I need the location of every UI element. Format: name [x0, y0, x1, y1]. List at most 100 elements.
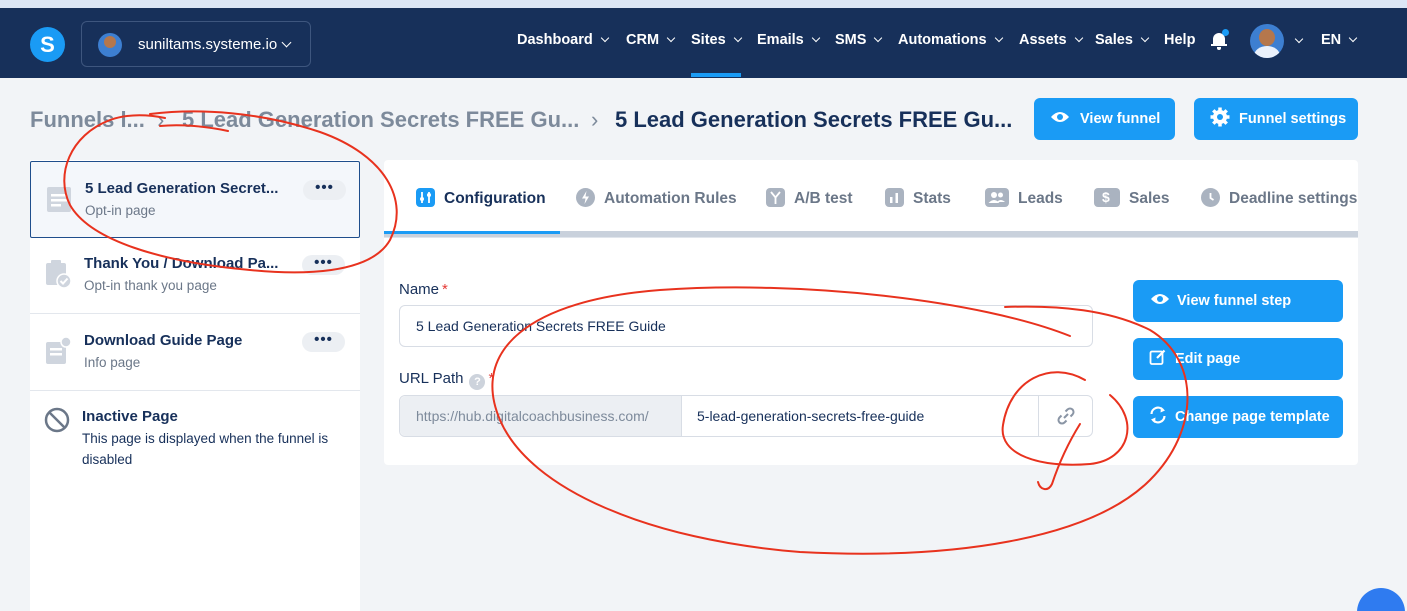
bolt-icon: [576, 188, 595, 207]
nav-label: Sites: [691, 32, 726, 48]
tab-label: Deadline settings: [1229, 190, 1358, 207]
nav-crm[interactable]: CRM: [626, 32, 676, 48]
chevron-down-icon: [666, 33, 676, 43]
chevron-down-icon: [874, 33, 883, 43]
active-nav-indicator: [691, 73, 741, 77]
tab-leads[interactable]: Leads: [985, 188, 1063, 208]
chevron-down-icon: [1140, 33, 1150, 43]
language-selector[interactable]: EN: [1321, 32, 1358, 48]
nav-label: Dashboard: [517, 32, 593, 48]
more-options-button[interactable]: •••: [302, 332, 345, 352]
split-icon: [766, 188, 785, 207]
chevron-down-icon: [1348, 33, 1358, 43]
change-template-label: Change page template: [1175, 409, 1330, 425]
breadcrumb-funnels[interactable]: Funnels l...: [30, 107, 145, 133]
funnel-step-item[interactable]: 5 Lead Generation Secret... Opt-in page …: [30, 161, 360, 238]
name-input[interactable]: 5 Lead Generation Secrets FREE Guide: [399, 305, 1093, 347]
user-avatar[interactable]: [1250, 24, 1284, 58]
dollar-icon: $: [1094, 188, 1120, 207]
tab-label: Configuration: [444, 190, 546, 207]
inactive-page-description: This page is displayed when the funnel i…: [82, 431, 329, 446]
required-mark: *: [442, 281, 448, 298]
url-path-input[interactable]: https://hub.digitalcoachbusiness.com/ 5-…: [399, 395, 1093, 437]
funnel-step-item[interactable]: Download Guide Page Info page •••: [30, 314, 360, 391]
refresh-icon: [1148, 405, 1168, 429]
nav-label: SMS: [835, 32, 867, 48]
url-prefix: https://hub.digitalcoachbusiness.com/: [400, 396, 682, 436]
funnel-settings-button[interactable]: Funnel settings: [1194, 98, 1358, 140]
required-mark: *: [488, 370, 495, 387]
help-icon[interactable]: ?: [469, 374, 486, 390]
nav-emails[interactable]: Emails: [757, 32, 820, 48]
tab-sales[interactable]: $ Sales: [1094, 188, 1170, 208]
view-funnel-step-label: View funnel step: [1177, 293, 1292, 309]
nav-help[interactable]: Help: [1164, 32, 1195, 48]
nav-assets[interactable]: Assets: [1019, 32, 1083, 48]
breadcrumb-funnel[interactable]: 5 Lead Generation Secrets FREE Gu...: [182, 107, 579, 133]
nav-label: Emails: [757, 32, 804, 48]
gear-icon: [1210, 107, 1230, 131]
view-funnel-step-button[interactable]: View funnel step: [1133, 280, 1343, 322]
chevron-down-icon: [1074, 33, 1083, 43]
tab-label: Stats: [913, 190, 951, 207]
eye-icon: [1050, 110, 1070, 128]
change-page-template-button[interactable]: Change page template: [1133, 396, 1343, 438]
step-type: Opt-in page: [85, 203, 156, 218]
tab-configuration[interactable]: Configuration: [416, 188, 546, 208]
tab-ab-test[interactable]: A/B test: [766, 188, 853, 208]
thankyou-page-icon: [45, 259, 72, 289]
nav-sites[interactable]: Sites: [691, 32, 742, 48]
more-options-button[interactable]: •••: [302, 255, 345, 275]
name-field-label: Name *: [399, 281, 448, 298]
users-icon: [985, 188, 1009, 207]
tab-label: A/B test: [794, 190, 853, 207]
edit-page-button[interactable]: Edit page: [1133, 338, 1343, 380]
nav-sms[interactable]: SMS: [835, 32, 883, 48]
inactive-page-description: disabled: [82, 452, 133, 467]
tab-deadline-settings[interactable]: Deadline settings: [1201, 188, 1357, 208]
bell-icon[interactable]: [1211, 29, 1229, 50]
clock-icon: [1201, 188, 1220, 207]
chevron-down-icon: [994, 33, 1003, 43]
chevron-right-icon: ›: [157, 107, 165, 132]
edit-icon: [1149, 348, 1167, 370]
eye-icon: [1150, 292, 1170, 310]
chevron-down-icon: [600, 33, 609, 43]
systeme-logo[interactable]: S: [30, 27, 65, 62]
step-title: Thank You / Download Pa...: [84, 255, 279, 272]
browser-top-strip: [0, 0, 1407, 8]
nav-label: Help: [1164, 32, 1196, 48]
more-options-button[interactable]: •••: [303, 180, 346, 200]
view-funnel-label: View funnel: [1080, 111, 1161, 127]
funnel-settings-label: Funnel settings: [1239, 111, 1347, 127]
workspace-switcher[interactable]: suniltams.systeme.io: [81, 21, 311, 67]
notification-dot: [1222, 29, 1229, 36]
tab-stats[interactable]: Stats: [885, 188, 951, 208]
funnel-step-item[interactable]: Thank You / Download Pa... Opt-in thank …: [30, 237, 360, 314]
chevron-down-icon: [281, 37, 292, 48]
language-label: EN: [1321, 32, 1342, 48]
tab-label: Automation Rules: [604, 190, 737, 207]
inactive-page-title: Inactive Page: [82, 408, 178, 425]
stats-icon: [885, 188, 904, 207]
funnel-steps-sidebar: 5 Lead Generation Secret... Opt-in page …: [30, 160, 360, 611]
nav-automations[interactable]: Automations: [898, 32, 1003, 48]
inactive-page-item[interactable]: Inactive Page This page is displayed whe…: [30, 391, 360, 481]
step-title: 5 Lead Generation Secret...: [85, 180, 279, 197]
info-page-icon: [45, 336, 72, 366]
link-icon[interactable]: [1038, 396, 1092, 436]
nav-label: Assets: [1019, 32, 1067, 48]
url-prefix-text: https://hub.digitalcoachbusiness.com/: [416, 408, 649, 424]
edit-page-label: Edit page: [1175, 351, 1241, 367]
chevron-right-icon: ›: [591, 107, 599, 132]
url-path-value: 5-lead-generation-secrets-free-guide: [697, 408, 925, 424]
nav-sales[interactable]: Sales: [1095, 32, 1150, 48]
tab-automation-rules[interactable]: Automation Rules: [576, 188, 737, 208]
nav-dashboard[interactable]: Dashboard: [517, 32, 609, 48]
assistant-launcher-button[interactable]: [1357, 588, 1405, 611]
workspace-name: suniltams.systeme.io: [138, 36, 278, 53]
tab-label: Leads: [1018, 190, 1063, 207]
active-tab-indicator: [384, 231, 560, 234]
optin-page-icon: [46, 184, 72, 214]
view-funnel-button[interactable]: View funnel: [1034, 98, 1175, 140]
